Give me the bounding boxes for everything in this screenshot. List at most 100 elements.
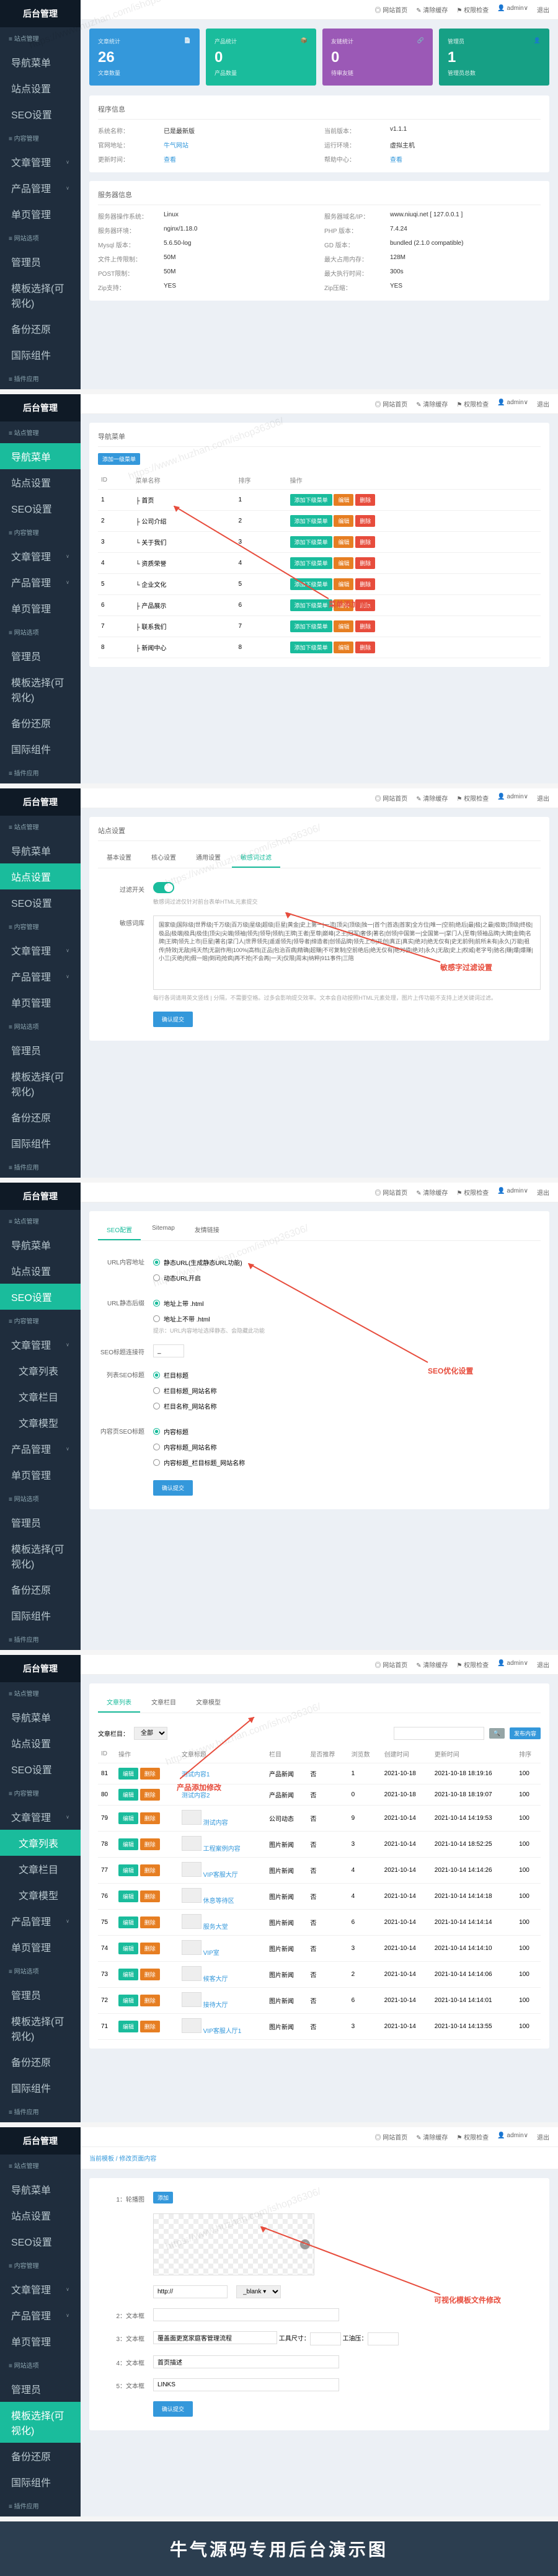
add-slide-button[interactable]: 添加 <box>153 2192 173 2203</box>
search-input[interactable] <box>394 1727 484 1740</box>
sidebar-item[interactable]: 管理员 <box>0 1037 81 1063</box>
sidebar-item[interactable]: 备份还原 <box>0 1576 81 1602</box>
sidebar-item[interactable]: 文章管理∨ <box>0 1804 81 1830</box>
tab[interactable]: Sitemap <box>143 1220 184 1240</box>
menu-group-head[interactable]: ≡ 内容管理 <box>0 521 81 543</box>
menu-group-head[interactable]: ≡ 站点管理 <box>0 2155 81 2176</box>
menu-group-head[interactable]: ≡ 插件应用 <box>0 1628 81 1650</box>
menu-group-head[interactable]: ≡ 网站选项 <box>0 227 81 249</box>
sidebar-item[interactable]: SEO设置 <box>0 1284 81 1310</box>
sidebar-item[interactable]: 管理员 <box>0 1509 81 1535</box>
sidebar-item[interactable]: 产品管理∨ <box>0 963 81 989</box>
add-content-button[interactable]: 发布内容 <box>510 1727 541 1739</box>
sidebar-item[interactable]: 站点设置 <box>0 75 81 101</box>
sidebar-item[interactable]: 模板选择(可视化) <box>0 2008 81 2049</box>
sidebar-item[interactable]: 导航菜单 <box>0 2176 81 2202</box>
menu-group-head[interactable]: ≡ 站点管理 <box>0 421 81 443</box>
sidebar-item[interactable]: 模板选择(可视化) <box>0 1535 81 1576</box>
sidebar-item[interactable]: 管理员 <box>0 1982 81 2008</box>
text-input-2[interactable] <box>153 2308 339 2321</box>
sidebar-item[interactable]: 管理员 <box>0 249 81 275</box>
menu-group-head[interactable]: ≡ 内容管理 <box>0 1310 81 1331</box>
sidebar-item[interactable]: SEO设置 <box>0 889 81 915</box>
menu-group-head[interactable]: ≡ 内容管理 <box>0 2254 81 2276</box>
sidebar-item[interactable]: 站点设置 <box>0 2202 81 2228</box>
category-select[interactable]: 全部 <box>134 1727 167 1740</box>
tab[interactable]: 文章栏目 <box>143 1692 185 1713</box>
image-placeholder[interactable]: × <box>153 2213 314 2275</box>
menu-group-head[interactable]: ≡ 网站选项 <box>0 2354 81 2376</box>
sidebar-item[interactable]: 国际组件 <box>0 2075 81 2101</box>
sidebar-item[interactable]: 管理员 <box>0 2376 81 2402</box>
sidebar-item[interactable]: 国际组件 <box>0 1602 81 1628</box>
sidebar-item[interactable]: 模板选择(可视化) <box>0 669 81 710</box>
filter-toggle[interactable] <box>153 882 174 893</box>
sidebar-item[interactable]: SEO设置 <box>0 495 81 521</box>
sidebar-item[interactable]: 国际组件 <box>0 736 81 762</box>
sidebar-item[interactable]: 模板选择(可视化) <box>0 275 81 315</box>
sidebar-item[interactable]: 管理员 <box>0 643 81 669</box>
topbar-home[interactable]: ◎ 网站首页 <box>374 5 407 14</box>
sidebar-item[interactable]: 国际组件 <box>0 342 81 368</box>
submit-button[interactable]: 确认提交 <box>153 1480 193 1496</box>
sidebar-subitem[interactable]: 文章模型 <box>0 1409 81 1436</box>
sidebar-subitem[interactable]: 文章模型 <box>0 1882 81 1908</box>
menu-group-head[interactable]: ≡ 站点管理 <box>0 1210 81 1232</box>
sidebar-item[interactable]: 单页管理 <box>0 595 81 621</box>
sidebar-item[interactable]: 单页管理 <box>0 201 81 227</box>
menu-group-head[interactable]: ≡ 内容管理 <box>0 915 81 937</box>
menu-group-head[interactable]: ≡ 网站选项 <box>0 1015 81 1037</box>
menu-group-head[interactable]: ≡ 插件应用 <box>0 2101 81 2122</box>
sidebar-item[interactable]: 产品管理∨ <box>0 2302 81 2328</box>
tab[interactable]: 文章模型 <box>187 1692 229 1713</box>
sidebar-item[interactable]: 导航菜单 <box>0 837 81 863</box>
sidebar-item[interactable]: 备份还原 <box>0 710 81 736</box>
sidebar-item[interactable]: 站点设置 <box>0 1730 81 1756</box>
sidebar-item[interactable]: 模板选择(可视化) <box>0 2402 81 2443</box>
menu-group-head[interactable]: ≡ 网站选项 <box>0 1488 81 1509</box>
sidebar-item[interactable]: 国际组件 <box>0 1130 81 1156</box>
menu-group-head[interactable]: ≡ 插件应用 <box>0 1156 81 1178</box>
sidebar-item[interactable]: 产品管理∨ <box>0 1436 81 1462</box>
menu-group-head[interactable]: ≡ 插件应用 <box>0 2495 81 2516</box>
sidebar-item[interactable]: 文章管理∨ <box>0 2276 81 2302</box>
tab[interactable]: 通用设置 <box>187 847 229 868</box>
sidebar-item[interactable]: 备份还原 <box>0 1104 81 1130</box>
topbar-user[interactable]: 👤 admin∨ <box>497 5 528 14</box>
menu-group-head[interactable]: ≡ 内容管理 <box>0 127 81 149</box>
sidebar-item[interactable]: 单页管理 <box>0 1934 81 1960</box>
tab[interactable]: 文章列表 <box>98 1692 140 1713</box>
menu-group-head[interactable]: ≡ 内容管理 <box>0 1782 81 1804</box>
menu-group-head[interactable]: ≡ 站点管理 <box>0 1682 81 1704</box>
sidebar-item[interactable]: 备份还原 <box>0 2443 81 2469</box>
sidebar-item[interactable]: SEO设置 <box>0 1756 81 1782</box>
sidebar-item[interactable]: 文章管理∨ <box>0 1331 81 1357</box>
tab[interactable]: 敏感词过滤 <box>232 847 280 868</box>
sidebar-item[interactable]: 导航菜单 <box>0 49 81 75</box>
sidebar-item[interactable]: 国际组件 <box>0 2469 81 2495</box>
tab[interactable]: 基本设置 <box>98 847 140 868</box>
menu-group-head[interactable]: ≡ 插件应用 <box>0 368 81 389</box>
sidebar-item[interactable]: 备份还原 <box>0 315 81 342</box>
tab[interactable]: 核心设置 <box>143 847 185 868</box>
topbar-clear[interactable]: ✎ 清除缓存 <box>416 5 448 14</box>
tab[interactable]: SEO配置 <box>98 1220 141 1240</box>
link-input[interactable] <box>153 2285 228 2298</box>
topbar-perm[interactable]: ⚑ 权限检查 <box>456 5 489 14</box>
menu-group-head[interactable]: ≡ 网站选项 <box>0 621 81 643</box>
sidebar-subitem[interactable]: 文章列表 <box>0 1357 81 1383</box>
menu-group-head[interactable]: ≡ 站点管理 <box>0 27 81 49</box>
sidebar-item[interactable]: 站点设置 <box>0 469 81 495</box>
sidebar-item[interactable]: 文章管理∨ <box>0 149 81 175</box>
sidebar-item[interactable]: 单页管理 <box>0 2328 81 2354</box>
sidebar-item[interactable]: 站点设置 <box>0 863 81 889</box>
menu-group-head[interactable]: ≡ 插件应用 <box>0 762 81 783</box>
submit-button[interactable]: 确认提交 <box>153 1012 193 1027</box>
menu-group-head[interactable]: ≡ 站点管理 <box>0 816 81 837</box>
sidebar-item[interactable]: 导航菜单 <box>0 1232 81 1258</box>
sidebar-item[interactable]: 文章管理∨ <box>0 543 81 569</box>
target-select[interactable]: _blank ▾ <box>236 2285 281 2298</box>
sidebar-item[interactable]: 模板选择(可视化) <box>0 1063 81 1104</box>
submit-button[interactable]: 确认提交 <box>153 2401 193 2417</box>
sidebar-subitem[interactable]: 文章栏目 <box>0 1856 81 1882</box>
